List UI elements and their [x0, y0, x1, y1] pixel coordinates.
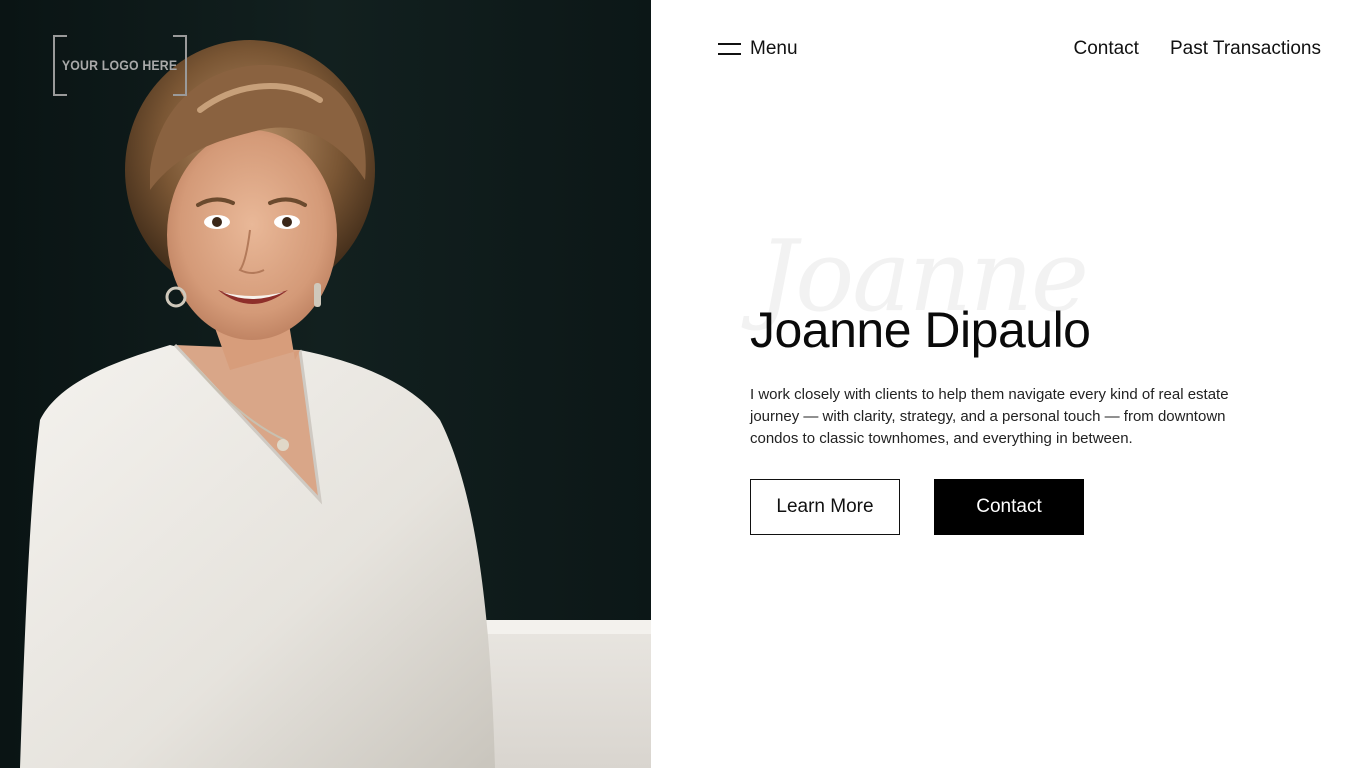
menu-button[interactable]: Menu: [718, 38, 798, 60]
agent-photo: YOUR LOGO HERE: [0, 0, 651, 768]
logo-text: YOUR LOGO HERE: [62, 56, 178, 73]
agent-bio: I work closely with clients to help them…: [750, 386, 1229, 447]
portrait-illustration: [0, 0, 651, 768]
hero-actions: Learn More Contact: [750, 479, 1270, 535]
top-nav: Contact Past Transactions: [1073, 38, 1321, 60]
hero-section: Joanne Joanne Dipaulo I work closely wit…: [750, 220, 1270, 535]
contact-button[interactable]: Contact: [934, 479, 1084, 535]
nav-link-past-transactions[interactable]: Past Transactions: [1170, 38, 1321, 60]
hamburger-icon: [718, 43, 741, 55]
logo[interactable]: YOUR LOGO HERE: [53, 35, 187, 96]
menu-label: Menu: [750, 38, 798, 59]
page: YOUR LOGO HERE Menu Contact Past Transac…: [0, 0, 1366, 768]
learn-more-button[interactable]: Learn More: [750, 479, 900, 535]
nav-link-contact[interactable]: Contact: [1073, 38, 1138, 60]
logo-bracket-right: [173, 35, 187, 96]
agent-name: Joanne Dipaulo: [750, 302, 1091, 358]
